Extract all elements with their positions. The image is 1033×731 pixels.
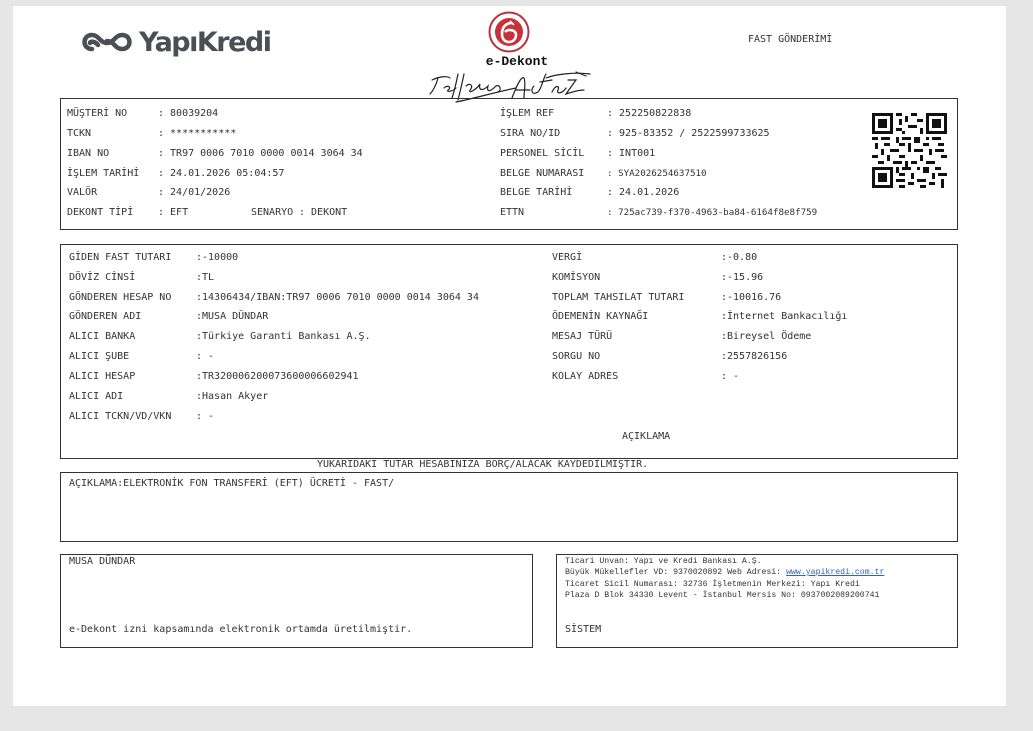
label-komisyon: KOMİSYON <box>552 272 601 283</box>
label-islem-ref: İŞLEM REF <box>500 108 555 119</box>
value-musteri-no: : 80039204 <box>158 108 219 119</box>
label-dekont-tipi: DEKONT TİPİ <box>67 207 134 218</box>
value-odemenin-kaynagi: :İnternet Bankacılığı <box>721 311 848 322</box>
label-iban: IBAN NO <box>67 148 110 159</box>
label-tckn: TCKN <box>67 128 92 139</box>
value-kolay-adres: : - <box>721 371 740 382</box>
value-islem-ref: : 252250822838 <box>607 108 692 119</box>
transfer-details-box <box>60 244 958 459</box>
label-sorgu-no: SORGU NO <box>552 351 601 362</box>
value-gonderen-hesap: :14306434/IBAN:TR97 0006 7010 0000 0014 … <box>196 292 479 303</box>
value-valor: : 24/01/2026 <box>158 187 231 198</box>
value-alici-tckn: : - <box>196 411 215 422</box>
value-senaryo: : DEKONT <box>299 207 348 218</box>
value-alici-sube: : - <box>196 351 215 362</box>
qr-code-icon <box>872 113 947 188</box>
bank-website-link[interactable]: www.yapikredi.com.tr <box>786 568 884 577</box>
label-alici-tckn: ALICI TCKN/VD/VKN <box>69 411 172 422</box>
footer-customer-name: MUSA DÜNDAR <box>69 556 136 567</box>
debit-credit-notice: YUKARIDAKİ TUTAR HESABINIZA BORÇ/ALACAK … <box>317 459 649 470</box>
document-type: FAST GÖNDERİMİ <box>748 34 833 45</box>
label-alici-banka: ALICI BANKA <box>69 331 136 342</box>
value-belge-tarihi: : 24.01.2026 <box>607 187 680 198</box>
label-musteri-no: MÜŞTERİ NO <box>67 108 128 119</box>
value-gonderen-adi: :MUSA DÜNDAR <box>196 311 269 322</box>
value-belge-numarasi: : SYA2026254637510 <box>607 168 707 179</box>
value-toplam-tahsilat: :-10016.76 <box>721 292 782 303</box>
value-ettn: : 725ac739-f370-4963-ba84-6164f8e8f759 <box>607 207 818 218</box>
value-islem-tarihi: : 24.01.2026 05:04:57 <box>158 168 285 179</box>
value-sorgu-no: :2557826156 <box>721 351 788 362</box>
label-ettn: ETTN <box>500 207 525 218</box>
bank-tax-info: Büyük Mükellefler VD: 9370020892 Web Adr… <box>565 568 787 577</box>
yapikredi-logo: YapıKredi <box>78 24 272 60</box>
label-alici-sube: ALICI ŞUBE <box>69 351 130 362</box>
description-text: AÇIKLAMA:ELEKTRONİK FON TRANSFERİ (EFT) … <box>69 478 395 489</box>
system-label: SİSTEM <box>565 624 602 635</box>
value-alici-adi: :Hasan Akyer <box>196 391 269 402</box>
value-vergi: :-0.80 <box>721 252 758 263</box>
brand-name: YapıKredi <box>139 26 272 58</box>
bank-info-line-1: Ticari Unvan: Yapı ve Kredi Bankası A.Ş. <box>565 557 762 566</box>
label-odemenin-kaynagi: ÖDEMENİN KAYNAĞI <box>552 311 649 322</box>
document-title: e-Dekont <box>485 54 549 69</box>
label-valor: VALÖR <box>67 187 98 198</box>
label-senaryo: SENARYO <box>251 207 294 218</box>
value-mesaj-turu: :Bireysel Ödeme <box>721 331 812 342</box>
value-dekont-tipi: : EFT <box>158 207 189 218</box>
bank-info-line-2: Büyük Mükellefler VD: 9370020892 Web Adr… <box>565 567 884 579</box>
label-belge-numarasi: BELGE NUMARASI <box>500 168 585 179</box>
label-vergi: VERGİ <box>552 252 583 263</box>
bank-info-line-3: Ticaret Sicil Numarası: 32736 İşletmenin… <box>565 580 860 589</box>
label-islem-tarihi: İŞLEM TARİHİ <box>67 168 140 179</box>
value-sira-no: : 925-83352 / 2522599733625 <box>607 128 770 139</box>
label-personel-sicil: PERSONEL SİCİL <box>500 148 585 159</box>
label-kolay-adres: KOLAY ADRES <box>552 371 619 382</box>
label-gonderen-hesap: GÖNDEREN HESAP NO <box>69 292 172 303</box>
label-alici-hesap: ALICI HESAP <box>69 371 136 382</box>
aciklama-heading: AÇIKLAMA <box>622 431 671 442</box>
value-alici-banka: :Türkiye Garanti Bankası A.Ş. <box>196 331 371 342</box>
value-personel-sicil: : INT001 <box>607 148 656 159</box>
label-giden-fast-tutari: GİDEN FAST TUTARI <box>69 252 172 263</box>
value-iban: : TR97 0006 7010 0000 0014 3064 34 <box>158 148 363 159</box>
label-belge-tarihi: BELGE TARİHİ <box>500 187 573 198</box>
certificate-seal-icon <box>488 11 530 53</box>
value-komisyon: :-15.96 <box>721 272 764 283</box>
value-giden-fast-tutari: :-10000 <box>196 252 239 263</box>
bank-info-line-4: Plaza D Blok 34330 Levent - İstanbul Mer… <box>565 591 880 600</box>
label-doviz-cinsi: DÖVİZ CİNSİ <box>69 272 136 283</box>
label-sira-no: SIRA NO/ID <box>500 128 561 139</box>
label-alici-adi: ALICI ADI <box>69 391 124 402</box>
edekont-permission-note: e-Dekont izni kapsamında elektronik orta… <box>69 624 413 635</box>
label-gonderen-adi: GÖNDEREN ADI <box>69 311 142 322</box>
yapikredi-logo-icon <box>82 32 132 52</box>
value-alici-hesap: :TR320006200073600006602941 <box>196 371 359 382</box>
value-doviz-cinsi: :TL <box>196 272 215 283</box>
value-tckn: : *********** <box>158 128 237 139</box>
label-mesaj-turu: MESAJ TÜRÜ <box>552 331 613 342</box>
label-toplam-tahsilat: TOPLAM TAHSILAT TUTARI <box>552 292 685 303</box>
